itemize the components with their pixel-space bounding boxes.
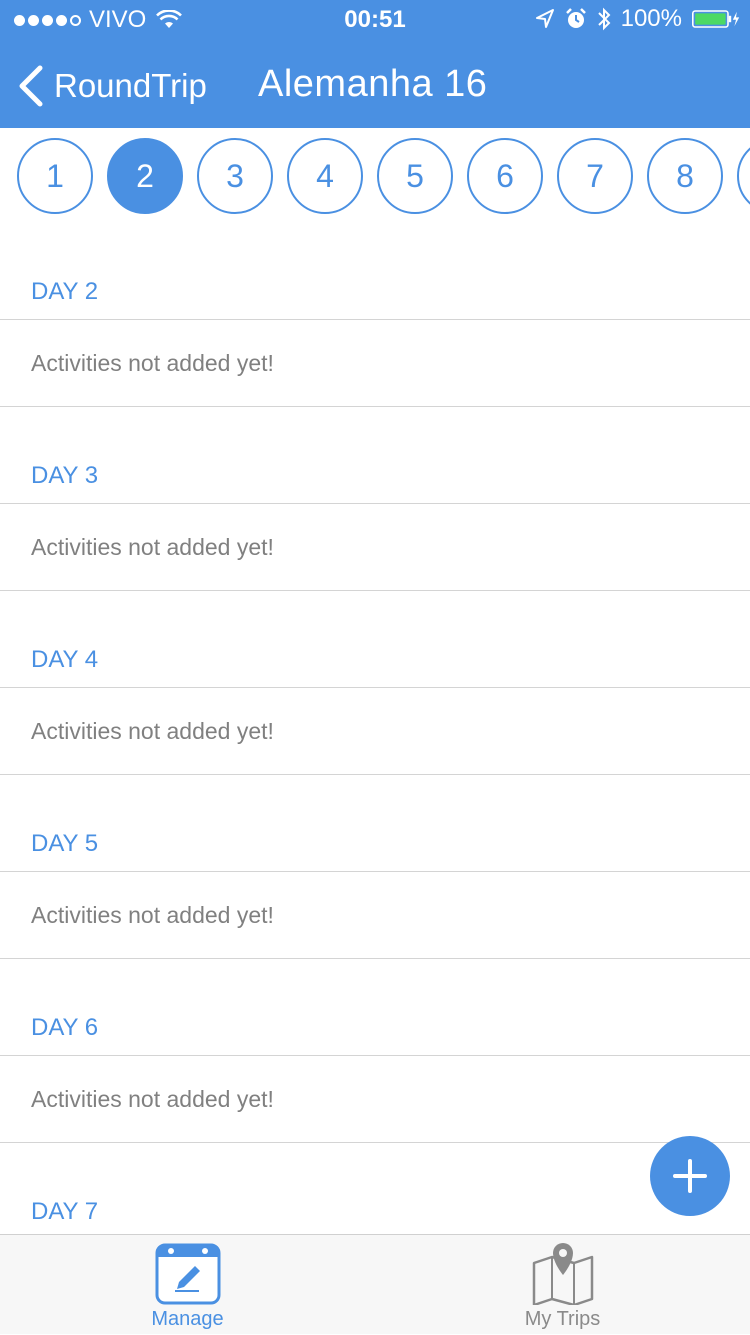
day-button-4[interactable]: 4 [287, 138, 363, 214]
chevron-left-icon [19, 65, 43, 107]
day-button-8[interactable]: 8 [647, 138, 723, 214]
battery-percentage: 100% [620, 5, 682, 32]
day-header: DAY 5 [0, 780, 750, 872]
day-section: DAY 3 Activities not added yet! [0, 412, 750, 591]
back-button[interactable]: RoundTrip [16, 44, 207, 128]
day-button-9[interactable] [737, 138, 750, 214]
day-header: DAY 7 [0, 1148, 750, 1234]
location-arrow-icon [535, 9, 554, 28]
activity-row[interactable]: Activities not added yet! [0, 688, 750, 775]
tab-my-trips-label: My Trips [524, 1308, 601, 1330]
map-pin-icon [532, 1243, 593, 1305]
day-list: DAY 2 Activities not added yet! DAY 3 Ac… [0, 228, 750, 1234]
alarm-icon [565, 8, 586, 28]
tab-manage-label: Manage [151, 1308, 224, 1330]
add-activity-button[interactable] [650, 1136, 730, 1216]
activity-row[interactable]: Activities not added yet! [0, 504, 750, 591]
day-button-6[interactable]: 6 [467, 138, 543, 214]
bluetooth-icon [597, 7, 611, 31]
day-button-7[interactable]: 7 [557, 138, 633, 214]
calendar-pencil-icon [155, 1243, 220, 1305]
plus-icon [673, 1159, 707, 1193]
tab-bar: Manage My Trips [0, 1234, 750, 1334]
day-header: DAY 6 [0, 964, 750, 1056]
day-section: DAY 5 Activities not added yet! [0, 780, 750, 959]
header: VIVO 00:51 100% RoundTrip Alemanha 16 [0, 0, 750, 128]
day-header: DAY 2 [0, 228, 750, 320]
activity-row[interactable]: Activities not added yet! [0, 1056, 750, 1143]
tab-manage[interactable]: Manage [0, 1235, 375, 1335]
battery-charging-icon [692, 10, 740, 28]
page-title: Alemanha 16 [258, 63, 488, 105]
tab-my-trips[interactable]: My Trips [375, 1235, 750, 1335]
day-button-5[interactable]: 5 [377, 138, 453, 214]
day-section: DAY 2 Activities not added yet! [0, 228, 750, 407]
day-header: DAY 3 [0, 412, 750, 504]
navigation-bar: RoundTrip Alemanha 16 [0, 44, 750, 128]
day-button-1[interactable]: 1 [17, 138, 93, 214]
status-right: 100% [535, 5, 740, 33]
back-button-label: RoundTrip [54, 67, 207, 104]
day-section: DAY 6 Activities not added yet! [0, 964, 750, 1143]
day-button-2[interactable]: 2 [107, 138, 183, 214]
activity-row[interactable]: Activities not added yet! [0, 320, 750, 407]
day-section: DAY 4 Activities not added yet! [0, 596, 750, 775]
day-button-3[interactable]: 3 [197, 138, 273, 214]
activity-row[interactable]: Activities not added yet! [0, 872, 750, 959]
status-bar: VIVO 00:51 100% [0, 0, 750, 40]
day-header: DAY 4 [0, 596, 750, 688]
day-section: DAY 7 [0, 1148, 750, 1234]
day-selector: 1 2 3 4 5 6 7 8 [0, 128, 750, 228]
